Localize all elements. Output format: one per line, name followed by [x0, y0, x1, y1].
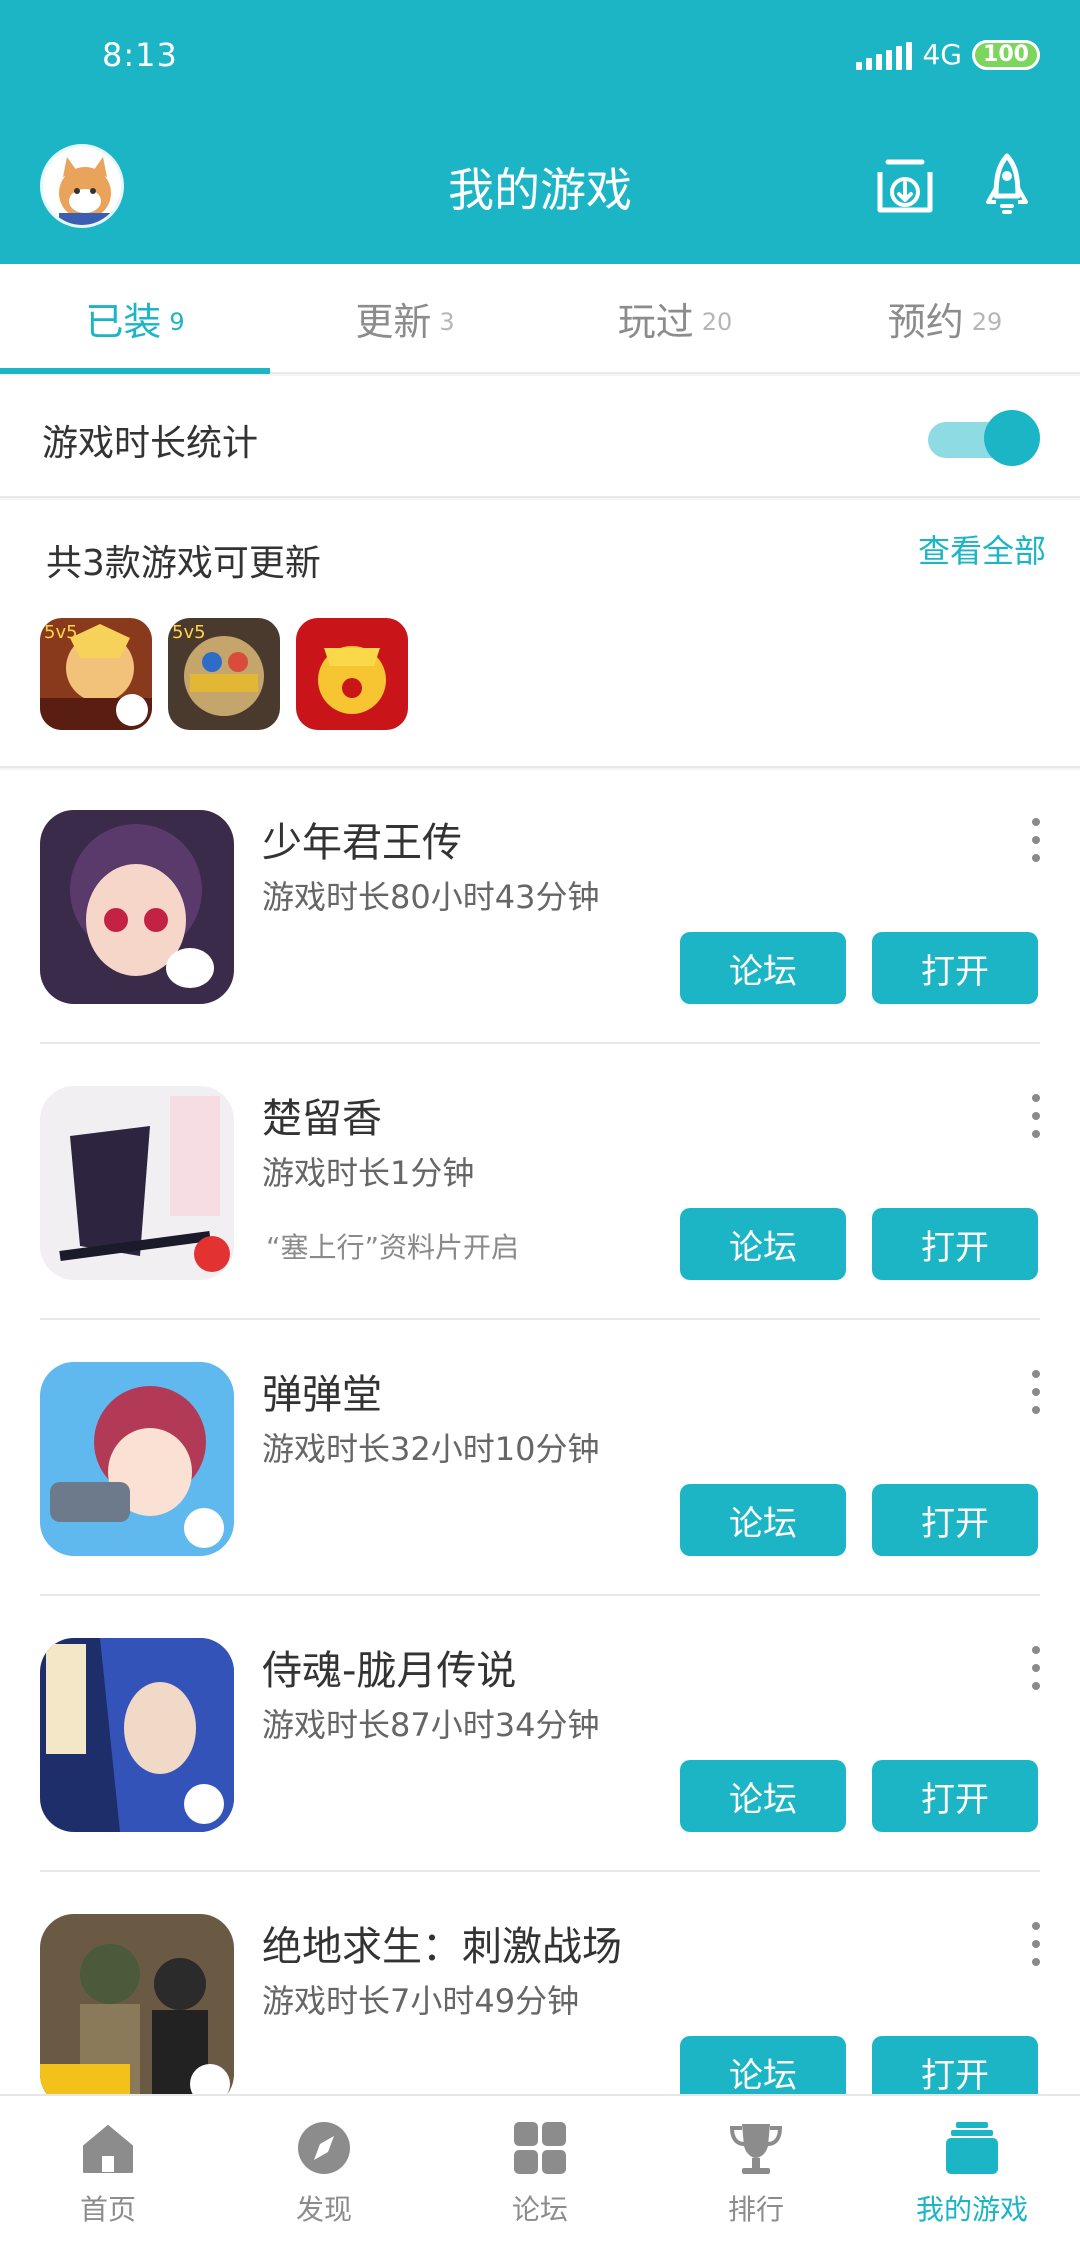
more-options-icon[interactable]: [1030, 1094, 1042, 1138]
status-indicators: 4G 100: [856, 38, 1040, 71]
more-options-icon[interactable]: [1030, 1646, 1042, 1690]
more-options-icon[interactable]: [1030, 818, 1042, 862]
status-bar: 8:13 4G 100: [0, 0, 1080, 110]
game-icon: [40, 1362, 234, 1556]
updates-label: 共3款游戏可更新: [46, 543, 321, 584]
more-options-icon[interactable]: [1030, 1922, 1042, 1966]
nav-label: 论坛: [511, 2193, 568, 2226]
update-game-icon[interactable]: 5v5: [40, 618, 152, 730]
trophy-icon: [729, 2124, 783, 2174]
nav-my-games[interactable]: 我的游戏: [864, 2096, 1080, 2244]
open-button[interactable]: 打开: [872, 1760, 1038, 1832]
nav-label: 发现: [295, 2193, 352, 2226]
battery-icon: 100: [972, 39, 1040, 70]
toggle-knob: [984, 410, 1040, 466]
app-header: 8:13 4G 100 我的游戏: [0, 0, 1080, 264]
list-item[interactable]: 绝地求生：刺激战场 游戏时长7小时49分钟 论坛 打开: [0, 1874, 1080, 2094]
game-icon: [40, 1638, 234, 1832]
forum-button[interactable]: 论坛: [680, 1208, 846, 1280]
updates-section: 共3款游戏可更新 查看全部 5v5 5v5: [0, 500, 1080, 768]
tab-count: 20: [701, 308, 733, 336]
tab-updates[interactable]: 更新 3: [270, 264, 540, 372]
list-item[interactable]: 少年君王传 游戏时长80小时43分钟 论坛 打开: [0, 770, 1080, 1044]
nav-discover[interactable]: 发现: [216, 2096, 432, 2244]
game-name: 绝地求生：刺激战场: [262, 1924, 622, 1970]
update-game-icon[interactable]: [296, 618, 408, 730]
nav-label: 首页: [79, 2193, 136, 2226]
open-button[interactable]: 打开: [872, 932, 1038, 1004]
tab-reserved[interactable]: 预约 29: [810, 264, 1080, 372]
download-icon[interactable]: [870, 150, 940, 220]
game-note: “塞上行”资料片开启: [266, 1231, 520, 1264]
playtime-stats-label: 游戏时长统计: [42, 423, 259, 464]
nav-label: 排行: [727, 2193, 784, 2226]
view-all-link[interactable]: 查看全部: [918, 526, 1046, 572]
game-name: 楚留香: [262, 1096, 382, 1142]
svg-text:5v5: 5v5: [44, 622, 78, 643]
tab-played[interactable]: 玩过 20: [540, 264, 810, 372]
game-playtime: 游戏时长32小时10分钟: [262, 1430, 600, 1468]
battery-level: 100: [983, 42, 1029, 67]
list-item[interactable]: 弹弹堂 游戏时长32小时10分钟 论坛 打开: [0, 1322, 1080, 1596]
forum-button[interactable]: 论坛: [680, 932, 846, 1004]
open-button[interactable]: 打开: [872, 1484, 1038, 1556]
status-time: 8:13: [102, 36, 178, 74]
forum-button[interactable]: 论坛: [680, 1760, 846, 1832]
rocket-icon[interactable]: [972, 150, 1042, 220]
divider: [40, 1594, 1040, 1596]
divider: [40, 1042, 1040, 1044]
game-icon: [40, 1914, 234, 2094]
game-playtime: 游戏时长1分钟: [262, 1154, 475, 1192]
game-name: 少年君王传: [262, 820, 462, 866]
nav-label: 我的游戏: [915, 2193, 1028, 2226]
game-icon: [40, 810, 234, 1004]
network-label: 4G: [922, 38, 962, 71]
tab-installed[interactable]: 已装 9: [0, 264, 270, 374]
nav-ranking[interactable]: 排行: [648, 2096, 864, 2244]
tab-label: 已装: [85, 299, 162, 344]
open-button[interactable]: 打开: [872, 2036, 1038, 2094]
open-button[interactable]: 打开: [872, 1208, 1038, 1280]
more-options-icon[interactable]: [1030, 1370, 1042, 1414]
tab-label: 玩过: [617, 299, 694, 344]
installed-games-list: 少年君王传 游戏时长80小时43分钟 论坛 打开 楚留香 游戏时长1分钟 “塞上…: [0, 770, 1080, 2094]
stack-icon: [946, 2122, 998, 2174]
playtime-stats-row: 游戏时长统计: [0, 376, 1080, 498]
tab-label: 预约: [887, 299, 964, 344]
game-name: 弹弹堂: [262, 1372, 382, 1418]
tab-label: 更新: [355, 299, 432, 344]
bottom-navigation: 首页 发现 论坛 排行 我的游戏: [0, 2094, 1080, 2244]
nav-home[interactable]: 首页: [0, 2096, 216, 2244]
divider: [40, 1318, 1040, 1320]
forum-button[interactable]: 论坛: [680, 2036, 846, 2094]
compass-icon: [298, 2122, 350, 2174]
divider: [40, 1870, 1040, 1872]
forum-button[interactable]: 论坛: [680, 1484, 846, 1556]
tab-bar: 已装 9 更新 3 玩过 20 预约 29: [0, 264, 1080, 374]
playtime-stats-toggle[interactable]: [928, 406, 1040, 466]
game-playtime: 游戏时长80小时43分钟: [262, 878, 600, 916]
grid-icon: [514, 2122, 566, 2174]
tab-count: 3: [439, 308, 455, 336]
update-game-icon[interactable]: 5v5: [168, 618, 280, 730]
svg-text:5v5: 5v5: [172, 622, 206, 643]
nav-forum[interactable]: 论坛: [432, 2096, 648, 2244]
tab-count: 29: [971, 308, 1003, 336]
home-icon: [83, 2125, 133, 2173]
list-item[interactable]: 侍魂-胧月传说 游戏时长87小时34分钟 论坛 打开: [0, 1598, 1080, 1872]
game-playtime: 游戏时长87小时34分钟: [262, 1706, 600, 1744]
signal-icon: [856, 40, 913, 70]
list-item[interactable]: 楚留香 游戏时长1分钟 “塞上行”资料片开启 论坛 打开: [0, 1046, 1080, 1320]
tab-count: 9: [169, 308, 185, 336]
game-playtime: 游戏时长7小时49分钟: [262, 1982, 580, 2020]
game-icon: [40, 1086, 234, 1280]
game-name: 侍魂-胧月传说: [262, 1648, 517, 1694]
